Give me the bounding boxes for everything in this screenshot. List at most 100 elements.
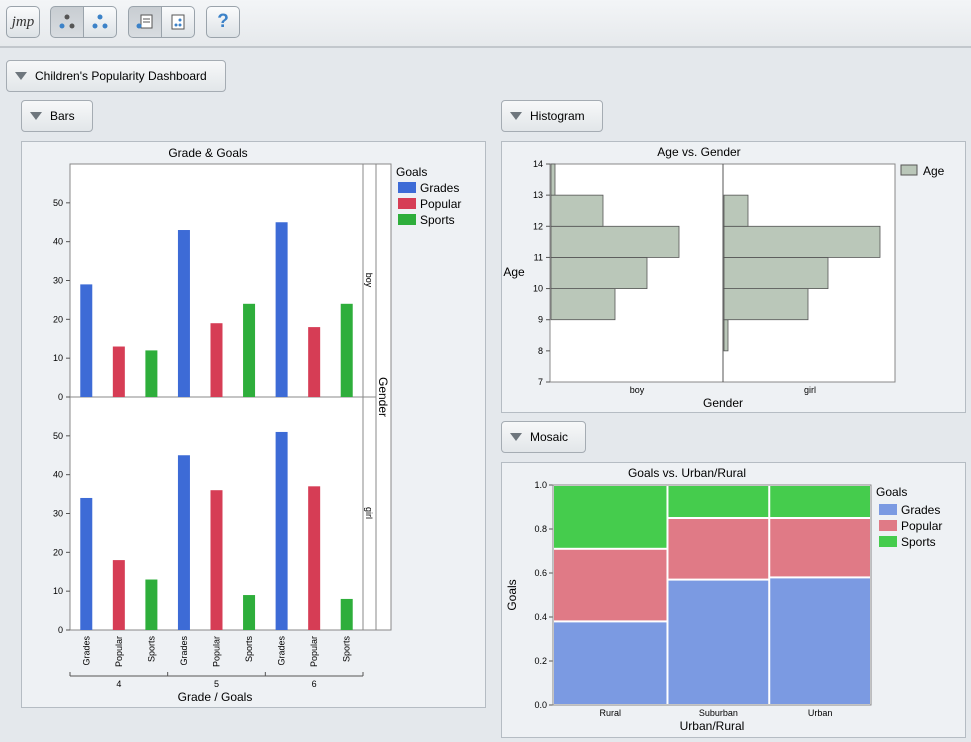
y-tick-label: 9 (538, 315, 543, 325)
legend-swatch (398, 198, 416, 209)
y-tick-label: 40 (53, 470, 63, 480)
y-axis-label[interactable]: Age (503, 265, 525, 279)
mosaic-cell-urban-popular (770, 519, 870, 577)
y-tick-label: 10 (53, 586, 63, 596)
bar-girl-5-grades (177, 455, 190, 630)
histogram-chart: Age vs. Gender Age Gender boy girl Age 7… (503, 145, 944, 410)
disclosure-triangle-icon[interactable] (30, 112, 42, 120)
histogram-graph-panel: Age vs. Gender Age Gender boy girl Age 7… (501, 141, 966, 413)
y-tick-label: 50 (53, 198, 63, 208)
y-tick-label: 0.2 (534, 656, 547, 666)
bar-boy-6-grades (275, 222, 288, 397)
dashboard-outline-header[interactable]: Children's Popularity Dashboard (6, 60, 226, 92)
y-axis-label[interactable]: Goals (505, 579, 519, 610)
panel-label-boy: boy (364, 273, 374, 288)
legend-label: Grades (420, 181, 459, 195)
legend-label: Popular (420, 197, 461, 211)
mosaic-cell-rural-sports (554, 486, 667, 548)
help-button[interactable]: ? (206, 6, 240, 38)
jmp-logo: jmp (11, 13, 35, 30)
x-tick-label: Popular (114, 636, 124, 667)
mosaic-cell-suburban-grades (668, 580, 769, 704)
panel-axis-label[interactable]: Gender (376, 377, 390, 417)
bar-boy-4-popular (112, 346, 125, 397)
disclosure-triangle-icon[interactable] (510, 112, 522, 120)
data-view-icon (171, 14, 185, 30)
chart-title: Age vs. Gender (657, 145, 740, 159)
bar-boy-5-grades (177, 230, 190, 397)
x-tick-label: Popular (309, 636, 319, 667)
y-tick-label: 10 (533, 284, 543, 294)
y-tick-label: 13 (533, 190, 543, 200)
legend-label: Grades (901, 503, 940, 517)
x-axis-label[interactable]: Urban/Rural (680, 719, 745, 733)
bar-girl-5-popular (210, 490, 223, 630)
y-tick-label: 50 (53, 431, 63, 441)
mosaic-outline-header[interactable]: Mosaic (501, 421, 586, 453)
bar-boy-5-popular (210, 323, 223, 397)
mosaic-cell-rural-popular (554, 549, 667, 621)
hist-bar-boy (550, 288, 616, 321)
y-tick-label: 11 (534, 252, 543, 262)
bar-girl-5-sports (243, 595, 256, 630)
histogram-outline-header[interactable]: Histogram (501, 100, 603, 132)
disclosure-triangle-icon[interactable] (15, 72, 27, 80)
legend-swatch (879, 504, 897, 515)
legend-label: Sports (901, 535, 936, 549)
x-tick-label: Urban (808, 708, 833, 718)
hist-bar-boy (550, 163, 556, 196)
x-axis-label[interactable]: Gender (703, 396, 743, 410)
legend-swatch (879, 520, 897, 531)
hist-bar-boy (550, 194, 604, 227)
y-tick-label: 10 (53, 353, 63, 363)
mosaic-cell-urban-grades (770, 578, 870, 704)
dashboard-title: Children's Popularity Dashboard (35, 69, 207, 83)
chart-title: Goals vs. Urban/Rural (628, 466, 746, 480)
x-tick-label: Grades (179, 636, 189, 666)
jmp-home-button[interactable]: jmp (6, 6, 40, 38)
bar-girl-4-popular (112, 560, 125, 630)
report-view-button[interactable] (128, 6, 162, 38)
x-axis-label[interactable]: Grade / Goals (178, 690, 253, 704)
x-tick-label: Sports (342, 636, 352, 663)
hist-bar-girl (723, 319, 729, 352)
bars-outline-header[interactable]: Bars (21, 100, 93, 132)
report-view-icon (136, 14, 153, 29)
toolbar: jmp ? (0, 0, 971, 48)
layout-mode-icon (59, 14, 75, 29)
hist-bar-girl (723, 194, 749, 227)
x-tick-label: Grades (81, 636, 91, 666)
legend-title: Goals (876, 485, 907, 499)
bar-girl-4-sports (145, 579, 158, 630)
bars-chart: Grade & Goals boy girl Gender Goals Grad… (53, 146, 461, 704)
chart-title: Grade & Goals (168, 146, 247, 160)
x-tick-label: Popular (212, 636, 222, 667)
bar-boy-4-sports (145, 350, 158, 397)
legend-label: Popular (901, 519, 942, 533)
y-tick-label: 40 (53, 237, 63, 247)
data-view-button[interactable] (161, 6, 195, 38)
hist-bar-girl (723, 225, 881, 258)
legend-title: Goals (396, 165, 427, 179)
bar-girl-4-grades (80, 497, 93, 630)
group-label-boy: boy (630, 385, 645, 395)
y-tick-label: 20 (53, 314, 63, 324)
grade-label: 5 (214, 679, 219, 689)
mosaic-outline-label: Mosaic (530, 430, 569, 444)
bar-boy-4-grades (80, 284, 93, 397)
y-tick-label: 30 (53, 509, 63, 519)
bar-girl-6-popular (308, 486, 321, 630)
x-tick-label: Grades (277, 636, 287, 666)
layout-mode-button[interactable] (50, 6, 84, 38)
y-tick-label: 0.6 (534, 568, 547, 578)
grade-label: 6 (312, 679, 317, 689)
present-mode-button[interactable] (83, 6, 117, 38)
y-tick-label: 20 (53, 547, 63, 557)
x-tick-label: Sports (146, 636, 156, 663)
bars-outline-label: Bars (50, 109, 75, 123)
legend-swatch (398, 182, 416, 193)
legend-swatch (879, 536, 897, 547)
group-label-girl: girl (804, 385, 816, 395)
y-tick-label: 8 (538, 346, 543, 356)
disclosure-triangle-icon[interactable] (510, 433, 522, 441)
